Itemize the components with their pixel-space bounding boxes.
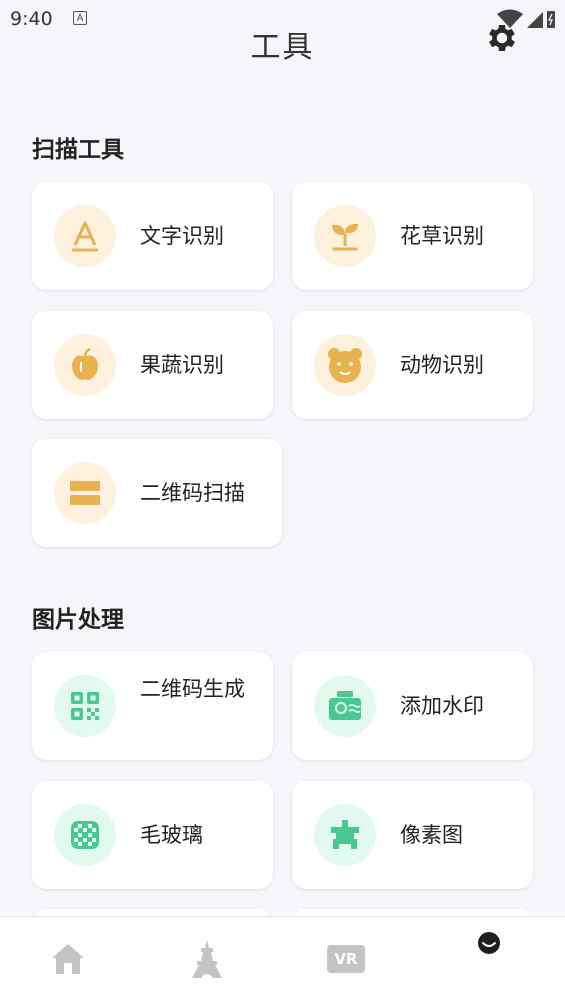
text-recognition-icon	[54, 205, 116, 267]
tab-home[interactable]	[48, 939, 88, 979]
tower-icon	[192, 940, 222, 978]
tab-vr[interactable]: VR	[326, 939, 366, 979]
tool-label: 像素图	[400, 823, 463, 847]
tool-label: 文字识别	[140, 224, 224, 248]
tool-card-qr-generate[interactable]: 二维码生成	[32, 652, 273, 760]
tool-card-pixel-art[interactable]: 像素图	[292, 781, 533, 889]
tool-card-frosted-glass[interactable]: 毛玻璃	[32, 781, 273, 889]
tool-label: 果蔬识别	[140, 353, 224, 377]
tool-card-watermark[interactable]: 添加水印	[292, 652, 533, 760]
tool-label: 动物识别	[400, 353, 484, 377]
tool-label: 添加水印	[400, 694, 484, 718]
tool-card-qr-scan[interactable]: 二维码扫描	[32, 439, 282, 547]
gear-icon[interactable]	[484, 20, 520, 56]
section-title-image: 图片处理	[32, 607, 124, 633]
page-title: 工具	[250, 30, 315, 65]
bear-icon	[314, 334, 376, 396]
tab-tower[interactable]	[187, 939, 227, 979]
sprout-icon	[314, 205, 376, 267]
tab-profile[interactable]	[469, 923, 509, 963]
section-title-scan: 扫描工具	[32, 137, 124, 163]
smile-icon	[478, 932, 500, 954]
tool-card-text-recognition[interactable]: 文字识别	[32, 182, 273, 290]
tool-label: 二维码生成	[140, 677, 245, 701]
tool-label: 二维码扫描	[140, 481, 245, 505]
vr-label: VR	[334, 950, 358, 968]
tool-label: 毛玻璃	[140, 823, 203, 847]
watermark-icon	[314, 675, 376, 737]
frosted-glass-icon	[54, 804, 116, 866]
tool-card-animal-recognition[interactable]: 动物识别	[292, 311, 533, 419]
tool-card-fruit-recognition[interactable]: 果蔬识别	[32, 311, 273, 419]
scan-icon	[54, 462, 116, 524]
pixel-star-icon	[314, 804, 376, 866]
tool-card-plant-recognition[interactable]: 花草识别	[292, 182, 533, 290]
bottom-tab-bar: VR	[0, 916, 565, 1005]
apple-icon	[54, 334, 116, 396]
qr-code-icon	[54, 675, 116, 737]
home-icon	[52, 944, 84, 974]
vr-icon: VR	[327, 945, 365, 973]
tool-label: 花草识别	[400, 224, 484, 248]
